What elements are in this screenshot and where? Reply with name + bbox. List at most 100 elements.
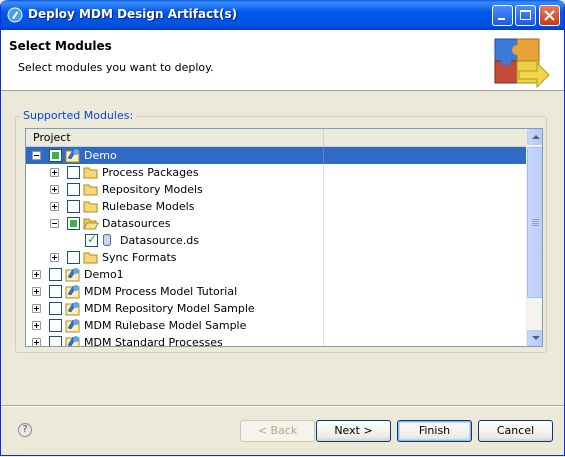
tree-row[interactable]: Repository Models bbox=[26, 181, 526, 198]
tree-row[interactable]: MDM Process Model Tutorial bbox=[26, 283, 526, 300]
minimize-icon bbox=[498, 18, 505, 20]
tree-row-label: MDM Process Model Tutorial bbox=[84, 285, 238, 298]
row-checkbox[interactable] bbox=[49, 319, 62, 332]
app-icon bbox=[7, 7, 23, 23]
row-checkbox[interactable] bbox=[49, 285, 62, 298]
folder-icon bbox=[83, 182, 99, 197]
row-checkbox[interactable] bbox=[67, 200, 80, 213]
close-icon bbox=[544, 10, 555, 21]
row-checkbox[interactable] bbox=[67, 251, 80, 264]
column-divider bbox=[323, 232, 324, 249]
next-button[interactable]: Next > bbox=[316, 420, 391, 442]
project-icon bbox=[65, 301, 81, 316]
column-divider bbox=[323, 266, 324, 283]
tree-row-label: Process Packages bbox=[102, 166, 199, 179]
row-checkbox[interactable] bbox=[49, 302, 62, 315]
row-checkbox[interactable] bbox=[67, 183, 80, 196]
dialog-window: Deploy MDM Design Artifact(s) Select Mod… bbox=[0, 0, 565, 456]
column-divider bbox=[323, 164, 324, 181]
expand-icon[interactable] bbox=[50, 202, 59, 211]
column-divider bbox=[323, 283, 324, 300]
expand-icon[interactable] bbox=[50, 253, 59, 262]
tree-row[interactable]: Sync Formats bbox=[26, 249, 526, 266]
tree-row[interactable]: Rulebase Models bbox=[26, 198, 526, 215]
tree-rows: Demo Process Packages Repository Models Rul… bbox=[26, 147, 526, 346]
tree-row-label: MDM Standard Processes bbox=[84, 336, 223, 346]
tree-row[interactable]: MDM Rulebase Model Sample bbox=[26, 317, 526, 334]
column-divider bbox=[323, 147, 324, 164]
scroll-thumb[interactable] bbox=[527, 147, 542, 298]
footer-divider bbox=[1, 405, 564, 407]
back-button[interactable]: < Back bbox=[240, 420, 315, 442]
tree-row[interactable]: Process Packages bbox=[26, 164, 526, 181]
column-header-project[interactable]: Project bbox=[26, 129, 324, 146]
tree-row-label: Rulebase Models bbox=[102, 200, 195, 213]
folder-icon bbox=[83, 199, 99, 214]
scroll-down-button[interactable] bbox=[527, 330, 542, 346]
folder-icon bbox=[83, 165, 99, 180]
expand-icon[interactable] bbox=[32, 304, 41, 313]
expand-icon[interactable] bbox=[50, 185, 59, 194]
wizard-banner: Select Modules Select modules you want t… bbox=[1, 30, 564, 91]
page-description: Select modules you want to deploy. bbox=[18, 61, 214, 74]
project-icon bbox=[65, 148, 81, 163]
tree-row-label: MDM Repository Model Sample bbox=[84, 302, 255, 315]
supported-modules-label: Supported Modules: bbox=[20, 109, 137, 122]
folder-icon bbox=[83, 250, 99, 265]
collapse-icon[interactable] bbox=[50, 219, 59, 228]
project-icon bbox=[65, 284, 81, 299]
expand-icon[interactable] bbox=[32, 270, 41, 279]
tree-row-label: Sync Formats bbox=[102, 251, 177, 264]
row-checkbox[interactable] bbox=[85, 232, 98, 247]
column-divider bbox=[323, 181, 324, 198]
tree-row-label: Repository Models bbox=[102, 183, 203, 196]
expand-icon[interactable] bbox=[32, 321, 41, 330]
tree-row[interactable]: Demo bbox=[26, 147, 526, 164]
tree-row-label: Datasource.ds bbox=[120, 234, 200, 247]
column-divider bbox=[323, 198, 324, 215]
modules-tree[interactable]: Project Demo Process Packages Repository M… bbox=[25, 128, 543, 347]
column-divider bbox=[323, 215, 324, 232]
cancel-button[interactable]: Cancel bbox=[478, 420, 553, 442]
finish-button[interactable]: Finish bbox=[397, 420, 472, 442]
tree-row-label: Demo bbox=[84, 149, 117, 162]
column-divider bbox=[323, 249, 324, 266]
page-title: Select Modules bbox=[9, 39, 112, 53]
project-icon bbox=[65, 267, 81, 282]
row-checkbox[interactable] bbox=[49, 336, 62, 346]
column-divider bbox=[323, 300, 324, 317]
close-button[interactable] bbox=[539, 5, 560, 26]
tree-row[interactable]: MDM Repository Model Sample bbox=[26, 300, 526, 317]
maximize-button[interactable] bbox=[515, 5, 536, 26]
help-icon[interactable]: ? bbox=[18, 423, 32, 437]
tree-row-label: Demo1 bbox=[84, 268, 124, 281]
tree-row[interactable]: Datasources bbox=[26, 215, 526, 232]
title-bar[interactable]: Deploy MDM Design Artifact(s) bbox=[1, 0, 564, 30]
expand-icon[interactable] bbox=[32, 338, 41, 346]
window-title: Deploy MDM Design Artifact(s) bbox=[28, 7, 238, 21]
column-header-label: Project bbox=[33, 131, 71, 144]
project-icon bbox=[65, 335, 81, 346]
tree-header: Project bbox=[26, 129, 526, 147]
expand-icon[interactable] bbox=[50, 168, 59, 177]
collapse-icon[interactable] bbox=[32, 151, 41, 160]
project-icon bbox=[65, 318, 81, 333]
row-checkbox[interactable] bbox=[67, 217, 80, 230]
tree-row-label: MDM Rulebase Model Sample bbox=[84, 319, 247, 332]
folder-open-icon bbox=[83, 216, 99, 231]
row-checkbox[interactable] bbox=[49, 268, 62, 281]
row-checkbox[interactable] bbox=[67, 166, 80, 179]
vertical-scrollbar[interactable] bbox=[526, 129, 542, 346]
datasource-file-icon bbox=[101, 233, 117, 248]
row-checkbox[interactable] bbox=[49, 149, 62, 162]
minimize-button[interactable] bbox=[492, 5, 513, 26]
tree-row[interactable]: Demo1 bbox=[26, 266, 526, 283]
tree-row[interactable]: Datasource.ds bbox=[26, 232, 526, 249]
tree-row[interactable]: MDM Standard Processes bbox=[26, 334, 526, 346]
expand-icon[interactable] bbox=[32, 287, 41, 296]
tree-row-label: Datasources bbox=[102, 217, 171, 230]
scroll-up-button[interactable] bbox=[527, 129, 542, 145]
deploy-puzzle-icon bbox=[494, 38, 550, 89]
column-divider bbox=[323, 317, 324, 334]
maximize-icon bbox=[520, 10, 531, 20]
